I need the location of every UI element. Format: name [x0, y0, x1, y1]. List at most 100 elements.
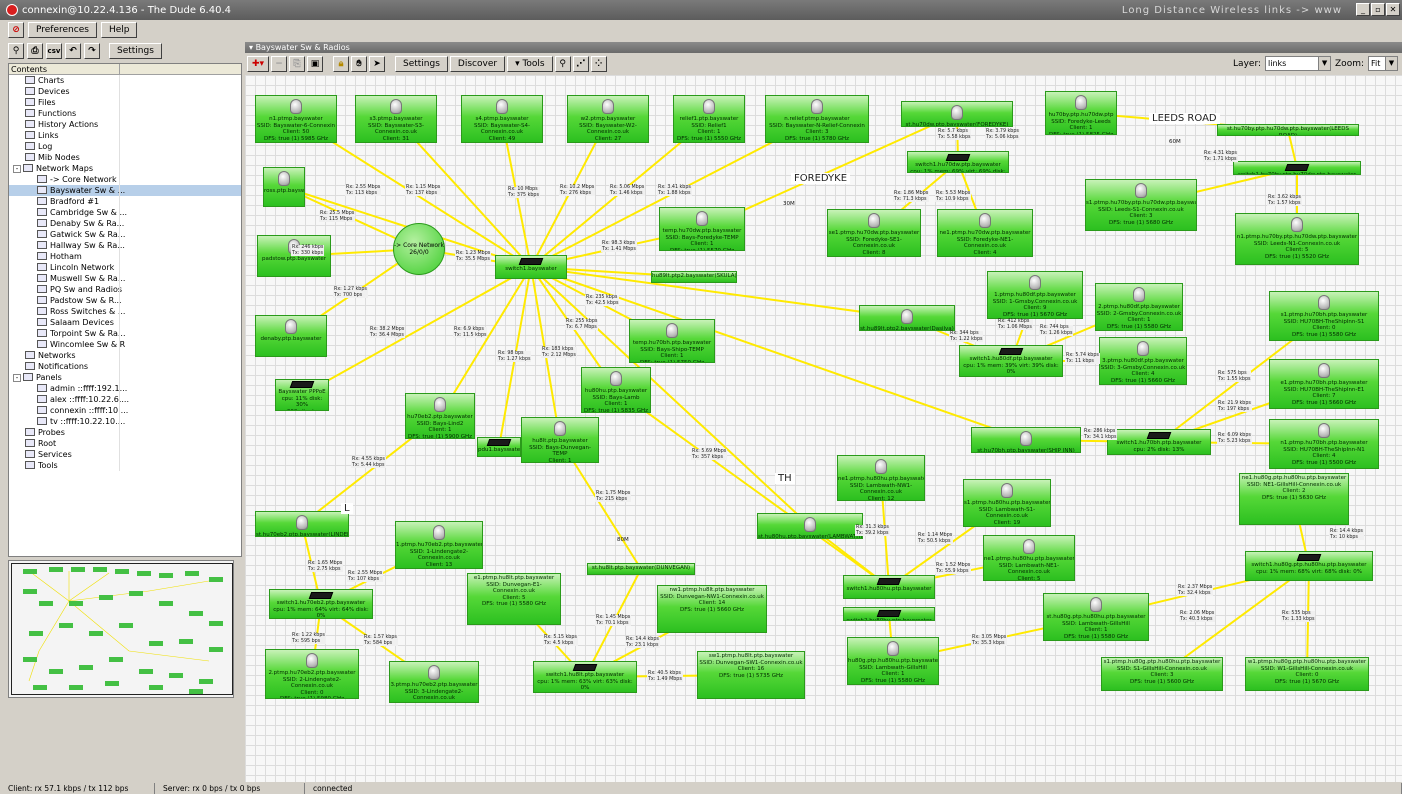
device-node-s1_gill[interactable]: s1.ptmp.hu80g.ptp.hu80hu.ptp.bayswater SS… [1101, 657, 1223, 691]
device-node-s1_lamb[interactable]: s1.ptmp.hu80hu.ptp.bayswater SSID: Lambwa… [963, 479, 1051, 527]
device-node-hu70by[interactable]: hu70by.ptp.hu70dw.ptp SSID: Foredyke-Leed… [1045, 91, 1117, 135]
close-button[interactable]: ✕ [1386, 3, 1400, 16]
csv-export-icon[interactable]: csv [46, 43, 62, 59]
layer-select[interactable]: links ▼ [1265, 56, 1332, 71]
pointer-tool-icon[interactable]: ➤ [369, 56, 385, 72]
device-node-n1[interactable]: n1.ptmp.bayswater SSID: Bayswater-6-Conne… [255, 95, 337, 143]
device-node-nrelief[interactable]: n.relief.ptmp.bayswater SSID: Bayswater-N… [765, 95, 869, 143]
device-node-st_gill[interactable]: st.hu80g.ptp.hu80hu.ptp.bayswater SSID: L… [1043, 593, 1149, 641]
tree-item[interactable]: Salaam Devices [9, 317, 241, 328]
device-node-sw_dunv[interactable]: switch1.hu8lt.ptp.bayswater cpu: 1% mem: … [533, 661, 637, 693]
device-node-three_hu80[interactable]: 3.ptmp.hu80df.ptp.bayswater SSID: 3-Gmsby… [1099, 337, 1187, 385]
help-button[interactable]: Help [100, 22, 138, 38]
tree-item[interactable]: admin ::ffff:192.1... [9, 383, 241, 394]
device-node-relief1[interactable]: relief1.ptp.bayswater SSID: Relief1 Client… [673, 95, 745, 143]
device-node-sw_lind[interactable]: switch1.hu70eb2.ptp.bayswater cpu: 1% mem… [269, 589, 373, 619]
tree-item[interactable]: Notifications [9, 361, 241, 372]
tree-item[interactable]: Denaby Sw & Ra... [9, 218, 241, 229]
device-node-e1_ship[interactable]: e1.ptmp.hu70bh.ptp.bayswater SSID: HU70BH… [1269, 359, 1379, 409]
layout-icon[interactable]: ⋰ [572, 56, 589, 72]
tree-item[interactable]: Wincomlee Sw & R [9, 339, 241, 350]
tree-item[interactable]: Torpoint Sw & Ra... [9, 328, 241, 339]
device-node-sw_leeds[interactable]: switch1.hu70by.ptp.hu70dw.ptp.bayswater [1233, 161, 1361, 175]
tree-item[interactable]: Bradford #1 [9, 196, 241, 207]
tree-item[interactable]: Muswell Sw & Ra... [9, 273, 241, 284]
print-icon[interactable]: ⎙ [27, 43, 43, 59]
tree-item[interactable]: Bayswater Sw & ... [9, 185, 241, 196]
device-node-st_leeds[interactable]: st.hu70by.ptp.hu70dw.ptp.bayswater(LEEDS… [1217, 124, 1359, 136]
copy-icon[interactable]: ⎘ [289, 56, 305, 72]
device-node-two_hu80[interactable]: 2.ptmp.hu80df.ptp.bayswater SSID: 2-Gmsby… [1095, 283, 1183, 331]
device-node-s1_leeds[interactable]: s1.ptmp.hu70by.ptp.hu70dw.ptp.bayswater S… [1085, 179, 1197, 231]
tree-item[interactable]: Gatwick Sw & Ra... [9, 229, 241, 240]
device-node-sw_lamb[interactable]: switch1.hu80hu.ptp.bayswater [843, 575, 935, 599]
tools-dropdown-button[interactable]: ▾ Tools [507, 56, 553, 72]
tree-item[interactable]: - Panels [9, 372, 241, 383]
maximize-button[interactable]: ▫ [1371, 3, 1385, 16]
device-node-pppoe[interactable]: Bayswater PPPoEcpu: 11% disk: 30%302 cli… [275, 379, 329, 411]
device-node-sw1_dunv[interactable]: sw1.ptmp.hu8lt.ptp.bayswater SSID: Dunveg… [697, 651, 805, 699]
fit-icon[interactable]: ⁘ [590, 56, 607, 72]
redo-icon[interactable]: ↷ [84, 43, 100, 59]
paste-icon[interactable]: ▣ [307, 56, 323, 72]
minimize-button[interactable]: _ [1356, 3, 1370, 16]
device-node-n1_leeds[interactable]: n1.ptmp.hu70by.ptp.hu70dw.ptp.bayswater S… [1235, 213, 1359, 265]
device-node-st_ship[interactable]: st.hu70bh.ptp.bayswater(SHIP INN) [971, 427, 1081, 453]
device-node-hu8lt[interactable]: hu8lt.ptp.bayswater SSID: Bays-Dunvegan-T… [521, 417, 599, 463]
tree-item[interactable]: Functions [9, 108, 241, 119]
device-node-sw_hu80[interactable]: switch1.hu80df.ptp.bayswater cpu: 1% mem:… [959, 345, 1063, 377]
network-map-canvas[interactable]: -> Core Network 26/0/0 n1.ptmp.bayswater… [245, 75, 1402, 782]
hand-tool-icon[interactable]: ✋︎ [351, 56, 367, 72]
device-node-n1_ship[interactable]: n1.ptmp.hu70bh.ptp.bayswater SSID: HU70BH… [1269, 419, 1379, 469]
discover-button[interactable]: Discover [449, 56, 506, 72]
device-node-nw1_dunv[interactable]: nw1.ptmp.hu8lt.ptp.bayswater SSID: Dunveg… [657, 585, 767, 633]
device-node-sw_gill[interactable]: switch1.hu80g.ptp.hu80hu.ptp.bayswater cp… [1245, 551, 1373, 581]
zoom-select[interactable]: Fit ▼ [1368, 56, 1398, 71]
tree-item[interactable]: History Actions [9, 119, 241, 130]
tree-item[interactable]: Hallway Sw & Ra... [9, 240, 241, 251]
device-node-st_lind[interactable]: st.hu70eb2.ptp.bayswater(LINDENGATE 2) [255, 511, 349, 537]
tree-expander-icon[interactable]: - [13, 374, 21, 382]
add-device-icon[interactable]: ✚▾ [247, 56, 269, 72]
tree-item[interactable]: Tools [9, 460, 241, 471]
tree-settings-button[interactable]: Settings [109, 43, 162, 59]
map-settings-button[interactable]: Settings [395, 56, 448, 72]
device-node-ne1_fore[interactable]: ne1.ptmp.hu70dw.ptp.bayswater SSID: Fored… [937, 209, 1033, 257]
device-node-s4[interactable]: s4.ptmp.bayswater SSID: Bayswater-S4-Conn… [461, 95, 543, 143]
panel-collapse-icon[interactable]: ▾ [249, 43, 253, 52]
device-node-switch1[interactable]: switch1.bayswater [495, 255, 567, 279]
device-node-ross[interactable]: ross.ptp.bayswater [263, 167, 305, 207]
device-node-three_lind[interactable]: 3.ptmp.hu70eb2.ptp.bayswater SSID: 3-Lind… [389, 661, 479, 703]
device-node-sw_ship[interactable]: switch1.hu70bh.ptp.bayswater cpu: 2% disk… [1107, 429, 1211, 455]
device-node-denaby[interactable]: denaby.ptp.bayswater [255, 315, 327, 357]
device-node-temp_hu70bh[interactable]: temp.hu70bh.ptp.bayswater SSID: Bays-Ship… [629, 319, 715, 363]
device-node-ne1_gill[interactable]: ne1.hu80g.ptp.hu80hu.ptp.bayswater SSID: … [1239, 473, 1349, 525]
device-node-one_hu80[interactable]: 1.ptmp.hu80df.ptp.bayswater SSID: 1-Gmsby… [987, 271, 1083, 319]
tree-item[interactable]: Mib Nodes [9, 152, 241, 163]
tree-item[interactable]: tv ::ffff:10.22.10.... [9, 416, 241, 427]
device-node-st_hu89[interactable]: st.hu89lt.ptp2.bayswater(Dasilva) [859, 305, 955, 331]
device-node-ne1_lamb2[interactable]: ne1.ptmp.hu80hu.ptp.bayswater SSID: Lambw… [983, 535, 1075, 581]
device-node-hu70eb2_ptp[interactable]: hu70eb2.ptp.bayswater SSID: Bays-Lind2 Cli… [405, 393, 475, 439]
device-node-ne1_lamb[interactable]: ne1.ptmp.hu80hu.ptp.bayswater SSID: Lambw… [837, 455, 925, 501]
device-node-w2[interactable]: w2.ptmp.bayswater SSID: Bayswater-W2-Conn… [567, 95, 649, 143]
tree-item[interactable]: Padstow Sw & R... [9, 295, 241, 306]
device-node-one_lind[interactable]: 1.ptmp.hu70eb2.ptp.bayswater SSID: 1-Lind… [395, 521, 483, 569]
tree-item[interactable]: Ross Switches & ... [9, 306, 241, 317]
tree-item[interactable]: Cambridge Sw & ... [9, 207, 241, 218]
tree-item[interactable]: Files [9, 97, 241, 108]
find-icon[interactable]: ⚲ [8, 43, 24, 59]
device-node-two_lind[interactable]: 2.ptmp.hu70eb2.ptp.bayswater SSID: 2-Lind… [265, 649, 359, 699]
tree-item[interactable]: Lincoln Network [9, 262, 241, 273]
tree-item[interactable]: Charts [9, 75, 241, 86]
device-node-w1_gill[interactable]: w1.ptmp.hu80g.ptp.hu80hu.ptp.bayswater SS… [1245, 657, 1369, 691]
map-overview[interactable] [8, 560, 234, 698]
lock-icon[interactable]: 🔒︎ [333, 56, 349, 72]
tree-item[interactable]: alex ::ffff:10.22.6.... [9, 394, 241, 405]
tree-item[interactable]: Links [9, 130, 241, 141]
device-node-se1[interactable]: se1.ptmp.hu70dw.ptp.bayswater SSID: Fored… [827, 209, 921, 257]
preferences-button[interactable]: Preferences [28, 22, 97, 38]
disconnect-icon[interactable]: ⊘ [8, 22, 24, 38]
undo-icon[interactable]: ↶ [65, 43, 81, 59]
device-node-hu80hu[interactable]: hu80hu.ptp.bayswater SSID: Bays-Lamb Clien… [581, 367, 651, 413]
